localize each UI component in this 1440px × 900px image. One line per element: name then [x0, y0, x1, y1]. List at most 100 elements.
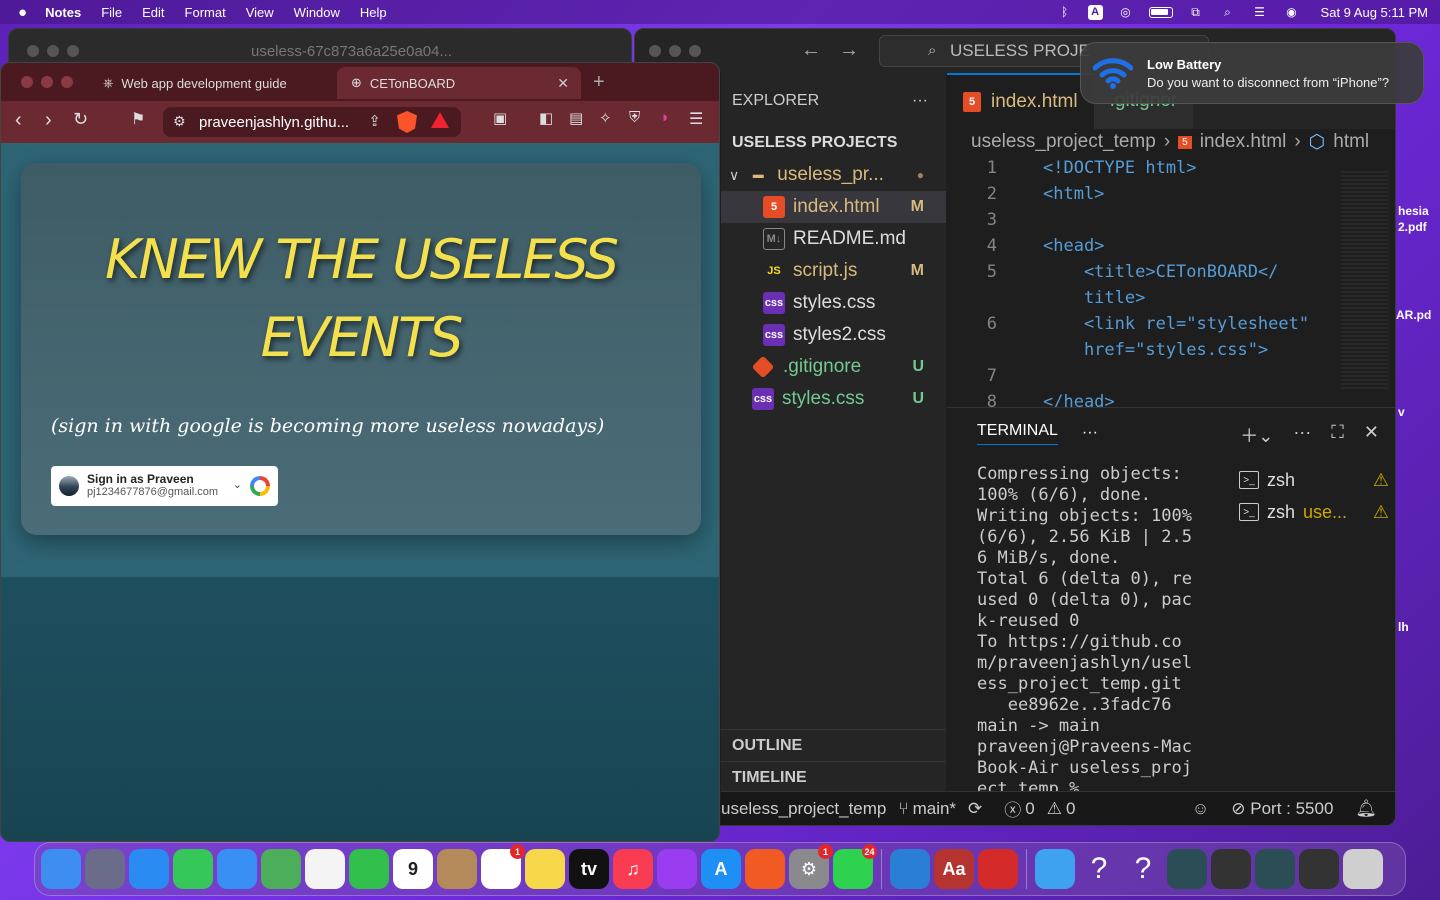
whatsapp-icon[interactable]: 24: [833, 844, 877, 889]
code-line[interactable]: 4 <head>: [947, 233, 1395, 259]
vscode-traffic-lights[interactable]: [649, 45, 701, 57]
code-line[interactable]: 6 <link rel="stylesheet": [947, 311, 1395, 337]
trash-icon[interactable]: [1343, 849, 1383, 889]
port-status[interactable]: ⊘ Port : 5500: [1231, 799, 1333, 819]
vscode-icon[interactable]: [890, 849, 930, 889]
brave-icon[interactable]: [745, 849, 785, 889]
bluetooth-icon[interactable]: ᛒ: [1056, 5, 1074, 19]
unknown-app-icon[interactable]: ?: [1079, 849, 1119, 889]
terminal-list-item[interactable]: >_ zsh ⚠: [1239, 464, 1389, 496]
status-branch[interactable]: main*: [913, 799, 956, 819]
breadcrumb-item[interactable]: useless_project_temp: [971, 131, 1156, 153]
tree-item-gitignore[interactable]: .gitignore U: [721, 351, 946, 383]
folder-icon[interactable]: [1035, 849, 1075, 889]
panel-more-icon[interactable]: ···: [1293, 422, 1311, 448]
menu-help[interactable]: Help: [360, 5, 387, 20]
status-warnings[interactable]: 0: [1066, 799, 1075, 819]
code-line[interactable]: 3: [947, 207, 1395, 233]
menu-file[interactable]: File: [101, 5, 122, 20]
menu-app-name[interactable]: Notes: [45, 5, 81, 20]
browser-traffic-lights[interactable]: [21, 76, 73, 88]
address-bar[interactable]: ⚙ praveenjashlyn.githu... ⇪: [163, 107, 461, 137]
photos-icon[interactable]: [305, 849, 345, 889]
bookmark-icon[interactable]: ⚑: [131, 109, 145, 129]
tree-item-styles2-css[interactable]: css styles2.css: [721, 319, 946, 351]
window-thumb-4[interactable]: [1299, 849, 1339, 889]
unknown-app-icon-2[interactable]: ?: [1123, 849, 1163, 889]
tab-index-html[interactable]: 5 index.html: [947, 73, 1094, 129]
code-lines[interactable]: 1 <!DOCTYPE html> 2 <html> 3 4 <head> 5 <title>…: [947, 155, 1395, 415]
code-line[interactable]: 1 <!DOCTYPE html>: [947, 155, 1395, 181]
siri-icon[interactable]: ◉: [1283, 5, 1301, 19]
google-sign-in-button[interactable]: Sign in as Praveen pj1234677876@gmail.co…: [51, 466, 278, 506]
tab-terminal[interactable]: TERMINAL: [977, 422, 1058, 445]
status-folder[interactable]: useless_project_temp: [721, 799, 886, 819]
desktop-file-label[interactable]: v: [1398, 405, 1405, 419]
messages-icon[interactable]: [173, 849, 213, 889]
pdf-viewer-icon[interactable]: [978, 849, 1018, 889]
breadcrumb-item[interactable]: html: [1333, 131, 1369, 153]
tree-item-root-styles-css[interactable]: css styles.css U: [721, 383, 946, 415]
close-icon[interactable]: ✕: [557, 75, 569, 92]
browser-tab-cetonboard[interactable]: ⊕ CETonBOARD ✕: [337, 67, 581, 99]
tree-item-styles-css[interactable]: css styles.css: [721, 287, 946, 319]
window-thumb-1[interactable]: [1167, 849, 1207, 889]
input-source-icon[interactable]: A: [1087, 4, 1103, 20]
window-thumb-2[interactable]: [1211, 849, 1251, 889]
appletv-icon[interactable]: tv: [569, 849, 609, 889]
brave-shields-icon[interactable]: [397, 111, 417, 133]
new-tab-icon[interactable]: +: [593, 71, 605, 94]
notes-icon[interactable]: [525, 849, 565, 889]
bell-icon[interactable]: 🔔︎: [1355, 799, 1377, 819]
spotlight-search-icon[interactable]: ⌕: [1219, 5, 1237, 19]
desktop-file-label[interactable]: 2.pdf: [1398, 220, 1427, 234]
sync-icon[interactable]: ⟳: [968, 799, 982, 819]
back-arrow-icon[interactable]: ←: [801, 39, 821, 62]
tree-item-index-html[interactable]: 5 index.html M: [721, 191, 946, 223]
sidebar-toggle-icon[interactable]: ◧: [539, 109, 553, 127]
browser-tab-web-app-guide[interactable]: ⎈ Web app development guide: [89, 67, 329, 99]
panel-more-icon[interactable]: ···: [1082, 424, 1098, 442]
desktop-file-label[interactable]: AR.pd: [1396, 308, 1431, 322]
tree-item-script-js[interactable]: JS script.js M: [721, 255, 946, 287]
minimap[interactable]: [1341, 171, 1389, 391]
reload-icon[interactable]: ↻: [73, 109, 88, 130]
settings-icon[interactable]: ⚙ 1: [789, 844, 833, 889]
screen-mirroring-icon[interactable]: ⧉: [1187, 5, 1205, 19]
window-thumb-3[interactable]: [1255, 849, 1295, 889]
status-errors[interactable]: 0: [1025, 799, 1034, 819]
podcasts-icon[interactable]: [657, 849, 697, 889]
dictionary-icon[interactable]: Aa: [934, 849, 974, 889]
menu-window[interactable]: Window: [294, 5, 340, 20]
maps-icon[interactable]: [261, 849, 301, 889]
outline-section[interactable]: OUTLINE: [721, 729, 946, 761]
desktop-file-label[interactable]: hesia: [1398, 204, 1429, 218]
facetime-icon[interactable]: [349, 849, 389, 889]
close-icon[interactable]: ✕: [1364, 422, 1379, 448]
menu-format[interactable]: Format: [185, 5, 226, 20]
launchpad-icon[interactable]: [85, 849, 125, 889]
terminal-list-item[interactable]: >_ zsh use... ⚠: [1239, 496, 1389, 528]
forward-arrow-icon[interactable]: ›: [45, 109, 52, 132]
appstore-icon[interactable]: A: [701, 849, 741, 889]
music-icon[interactable]: ♫: [613, 849, 653, 889]
timeline-section[interactable]: TIMELINE: [721, 761, 946, 793]
contacts-icon[interactable]: [437, 849, 477, 889]
menu-view[interactable]: View: [246, 5, 274, 20]
leo-ai-icon[interactable]: ✧: [599, 109, 612, 127]
share-icon[interactable]: ⇪: [368, 112, 381, 130]
low-battery-notification[interactable]: Low Battery Do you want to disconnect fr…: [1080, 42, 1424, 104]
wallet-icon[interactable]: ▤: [569, 109, 583, 127]
tree-folder-useless-project[interactable]: ∨ ▬ useless_pr... ●: [721, 159, 946, 191]
site-settings-icon[interactable]: ⚙: [173, 113, 186, 130]
forward-arrow-icon[interactable]: →: [839, 39, 859, 62]
airdrop-icon[interactable]: ◎: [1117, 5, 1135, 19]
vpn-icon[interactable]: ⛨: [629, 109, 640, 126]
code-line[interactable]: title>: [947, 285, 1395, 311]
mail-icon[interactable]: [217, 849, 257, 889]
desktop-file-label[interactable]: lh: [1398, 620, 1409, 634]
control-center-icon[interactable]: ☰: [1251, 5, 1269, 19]
finder-icon[interactable]: [41, 849, 81, 889]
code-line[interactable]: 7: [947, 363, 1395, 389]
new-terminal-icon[interactable]: ＋⌄: [1240, 422, 1273, 448]
